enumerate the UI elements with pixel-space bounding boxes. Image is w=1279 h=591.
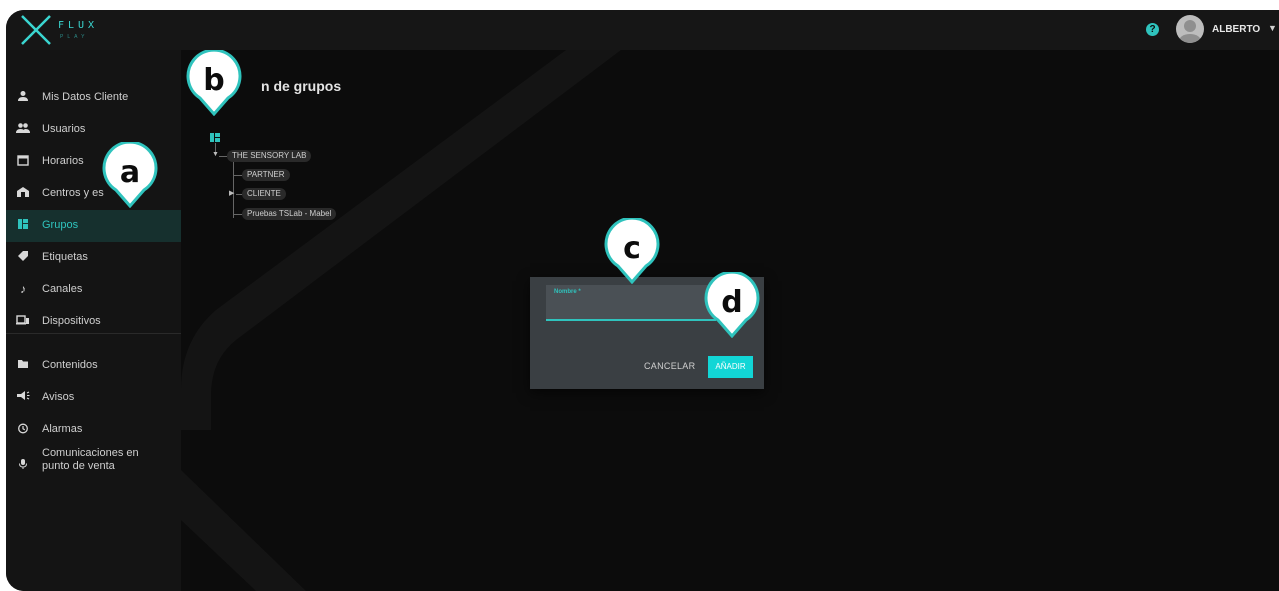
chevron-down-icon[interactable]: ▼ <box>1268 23 1277 33</box>
user-avatar-icon <box>1179 20 1201 43</box>
tree-connector <box>233 214 242 215</box>
marker-c: c <box>604 218 660 284</box>
folder-icon <box>16 358 30 372</box>
microphone-icon <box>16 458 30 472</box>
sidebar-item-label-line2: punto de venta <box>42 460 115 472</box>
marker-a: a <box>102 142 158 208</box>
marker-d: d <box>704 272 760 338</box>
cancel-button[interactable]: CANCELAR <box>644 361 695 371</box>
sidebar-item-label: Contenidos <box>42 359 98 371</box>
sidebar-item-label: Grupos <box>42 219 79 231</box>
groups-root-icon[interactable] <box>210 133 220 142</box>
user-name[interactable]: ALBERTO <box>1212 24 1260 35</box>
logo-x-icon <box>21 15 51 45</box>
tree-node-pruebas[interactable]: Pruebas TSLab - Mabel <box>242 208 337 220</box>
tag-icon <box>16 250 30 264</box>
sidebar-item-etiquetas[interactable]: Etiquetas <box>6 242 181 274</box>
sidebar-item-label: Canales <box>42 283 83 295</box>
sidebar-item-label-line1: Comunicaciones en <box>42 447 139 459</box>
sidebar-divider <box>6 333 181 334</box>
logo-subtext: PLAY <box>60 34 89 40</box>
flux-logo[interactable]: FLUX PLAY <box>20 14 120 46</box>
page-title: n de grupos <box>261 78 342 94</box>
name-field[interactable]: Nombre * <box>546 285 716 321</box>
top-bar: FLUX PLAY ? ALBERTO ▼ <box>6 10 1279 50</box>
sidebar-item-label: Mis Datos Cliente <box>42 91 129 103</box>
add-button[interactable]: AÑADIR <box>708 356 753 378</box>
megaphone-icon <box>16 390 30 404</box>
sidebar-item-mis-datos-cliente[interactable]: Mis Datos Cliente <box>6 82 181 114</box>
sidebar-item-label: Centros y es <box>42 187 104 199</box>
sidebar: Mis Datos Cliente Usuarios Horarios Cent… <box>6 50 181 591</box>
expand-right-icon[interactable]: ▶ <box>229 189 234 197</box>
name-field-label: Nombre * <box>554 289 581 295</box>
sidebar-item-canales[interactable]: ♪ Canales <box>6 274 181 306</box>
sidebar-item-label: Comunicaciones en punto de venta <box>42 447 139 473</box>
marker-d-label: d <box>721 285 742 320</box>
music-note-icon: ♪ <box>20 282 26 296</box>
logo-text: FLUX <box>58 20 99 31</box>
users-icon <box>16 122 30 136</box>
sidebar-item-label: Alarmas <box>42 423 83 435</box>
sidebar-item-label: Usuarios <box>42 123 86 135</box>
sidebar-item-label: Dispositivos <box>42 315 101 327</box>
sidebar-item-alarmas[interactable]: Alarmas <box>6 414 181 446</box>
avatar[interactable] <box>1176 15 1204 43</box>
marker-b-label: b <box>203 63 224 98</box>
sidebar-item-label: Horarios <box>42 155 84 167</box>
tree-connector <box>233 175 242 176</box>
sidebar-item-label: Etiquetas <box>42 251 88 263</box>
sidebar-item-avisos[interactable]: Avisos <box>6 382 181 414</box>
calendar-icon <box>16 154 30 168</box>
devices-icon <box>16 314 30 328</box>
tree-node-root[interactable]: THE SENSORY LAB <box>227 150 312 162</box>
marker-a-label: a <box>120 155 140 190</box>
tree-node-cliente[interactable]: CLIENTE <box>242 188 286 200</box>
sidebar-item-contenidos[interactable]: Contenidos <box>6 350 181 382</box>
sidebar-item-label: Avisos <box>42 391 75 403</box>
help-icon[interactable]: ? <box>1146 23 1159 36</box>
marker-b: b <box>186 50 242 116</box>
person-icon <box>16 90 30 104</box>
alarm-icon <box>16 422 30 436</box>
tree-connector <box>219 156 227 157</box>
tree-node-partner[interactable]: PARTNER <box>242 169 290 181</box>
sidebar-item-grupos[interactable]: Grupos <box>6 210 181 242</box>
app-frame: FLUX PLAY ? ALBERTO ▼ Mis Datos Cliente … <box>6 10 1279 591</box>
store-icon <box>16 186 30 200</box>
expand-down-icon[interactable]: ▼ <box>212 151 219 158</box>
sidebar-item-comunicaciones[interactable]: Comunicaciones en punto de venta <box>6 446 181 486</box>
groups-icon <box>16 218 30 232</box>
marker-c-label: c <box>623 231 641 266</box>
